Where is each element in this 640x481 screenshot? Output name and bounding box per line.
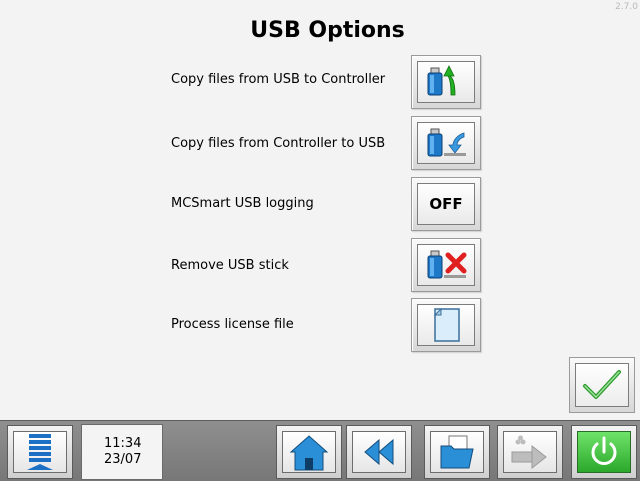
home-button[interactable] — [276, 425, 342, 479]
usb-logging-state: OFF — [429, 195, 463, 213]
option-label-remove-usb: Remove USB stick — [171, 258, 289, 273]
option-label-usb-logging: MCSmart USB logging — [171, 196, 314, 211]
clock-display: 11:34 23/07 — [81, 424, 163, 480]
version-label: 2.7.0 — [615, 2, 638, 12]
confirm-button[interactable] — [569, 357, 635, 413]
process-license-button[interactable] — [411, 298, 481, 352]
copy-controller-to-usb-button[interactable] — [411, 116, 481, 170]
page-title: USB Options — [250, 18, 405, 43]
copy-usb-to-controller-button[interactable] — [411, 55, 481, 109]
checkmark-icon — [583, 370, 621, 399]
clock-time: 11:34 — [104, 436, 142, 451]
forward-disabled-icon — [511, 435, 547, 470]
menu-button[interactable] — [7, 425, 73, 479]
clock-date: 23/07 — [104, 452, 142, 467]
remove-usb-icon — [427, 250, 467, 279]
remove-usb-button[interactable] — [411, 238, 481, 292]
files-button[interactable] — [424, 425, 490, 479]
back-button[interactable] — [346, 425, 412, 479]
next-button — [497, 425, 563, 479]
bottom-toolbar: 11:34 23/07 — [0, 420, 640, 481]
option-label-license: Process license file — [171, 317, 294, 332]
rewind-icon — [364, 438, 394, 466]
usb-to-controller-icon — [427, 65, 456, 96]
folder-icon — [440, 435, 474, 469]
usb-logging-toggle[interactable]: OFF — [411, 177, 481, 231]
menu-list-icon — [27, 434, 53, 470]
option-label-controller-to-usb: Copy files from Controller to USB — [171, 136, 386, 151]
home-icon — [289, 435, 329, 471]
power-icon — [591, 436, 617, 465]
controller-to-usb-icon — [427, 128, 466, 157]
document-icon — [433, 307, 460, 342]
option-label-usb-to-controller: Copy files from USB to Controller — [171, 72, 386, 87]
power-button[interactable] — [571, 425, 637, 479]
